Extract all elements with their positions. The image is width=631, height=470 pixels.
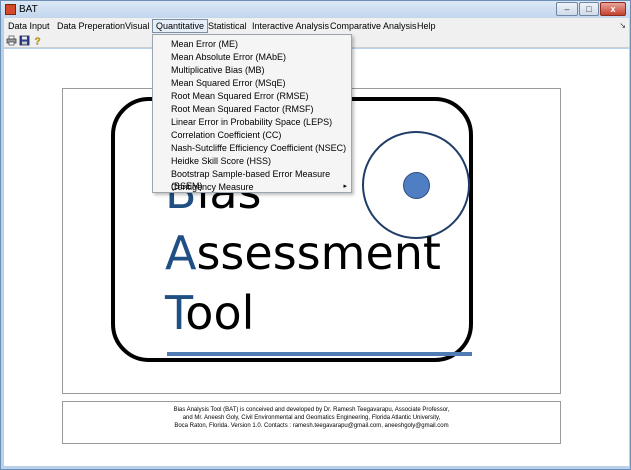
- menu-item-mabe[interactable]: Mean Absolute Error (MAbE): [153, 51, 351, 63]
- svg-text:?: ?: [35, 37, 41, 47]
- window-title: BAT: [19, 4, 38, 15]
- maximize-button[interactable]: □: [579, 2, 599, 16]
- matlab-app-icon: [5, 4, 16, 15]
- credits-line-1: Bias Analysis Tool (BAT) is conceived an…: [173, 407, 450, 413]
- app-window: BAT – □ x Data Input Data Preperation Vi…: [0, 0, 631, 470]
- menu-item-mb[interactable]: Multiplicative Bias (MB): [153, 64, 351, 76]
- logo-initial-a: A: [165, 226, 197, 280]
- title-bar[interactable]: BAT – □ x: [1, 1, 630, 18]
- menu-item-nsec[interactable]: Nash-Sutcliffe Efficiency Coefficient (N…: [153, 142, 351, 154]
- menu-interactive-analysis[interactable]: Interactive Analysis: [249, 19, 332, 33]
- menu-item-contigency-measure[interactable]: Contigency Measure ▸: [153, 181, 351, 193]
- save-icon[interactable]: [19, 35, 30, 46]
- quantitative-dropdown-menu: Mean Error (ME) Mean Absolute Error (MAb…: [152, 34, 352, 193]
- menu-item-cc[interactable]: Correlation Coefficient (CC): [153, 129, 351, 141]
- menu-item-contigency-label: Contigency Measure: [171, 182, 254, 192]
- menu-data-preperation[interactable]: Data Preperation: [54, 19, 128, 33]
- menu-item-hss[interactable]: Heidke Skill Score (HSS): [153, 155, 351, 167]
- minimize-button[interactable]: –: [556, 2, 578, 16]
- credits-line-3: Boca Raton, Florida. Version 1.0. Contac…: [174, 423, 449, 429]
- menu-data-input[interactable]: Data Input: [5, 19, 53, 33]
- menu-item-bsem[interactable]: Bootstrap Sample-based Error Measure (BS…: [153, 168, 351, 191]
- logo-word-tool: Tool: [165, 290, 254, 336]
- logo-rest-ssessment: ssessment: [196, 226, 441, 280]
- menu-statistical[interactable]: Statistical: [205, 19, 250, 33]
- logo-rest-ool: ool: [185, 286, 255, 340]
- credits-panel: Bias Analysis Tool (BAT) is conceived an…: [62, 401, 561, 444]
- menubar-dock-icon[interactable]: ↘: [619, 21, 626, 30]
- submenu-arrow-icon: ▸: [343, 183, 347, 190]
- help-icon[interactable]: ?: [32, 35, 43, 46]
- menu-comparative-analysis[interactable]: Comparative Analysis: [327, 19, 420, 33]
- print-icon[interactable]: [6, 35, 17, 46]
- logo-word-assessment: Assessment: [165, 230, 441, 276]
- menu-item-rmse[interactable]: Root Mean Squared Error (RMSE): [153, 90, 351, 102]
- menu-item-me[interactable]: Mean Error (ME): [153, 38, 351, 50]
- menu-item-rmsf[interactable]: Root Mean Squared Factor (RMSF): [153, 103, 351, 115]
- menu-quantitative[interactable]: Quantitative: [152, 19, 209, 33]
- menu-item-msqe[interactable]: Mean Squared Error (MSqE): [153, 77, 351, 89]
- close-button[interactable]: x: [600, 2, 626, 16]
- menu-bar: Data Input Data Preperation Visual Quant…: [4, 18, 629, 34]
- logo-initial-t: T: [165, 286, 186, 340]
- logo-target-dot: [403, 172, 430, 199]
- logo-underline: [167, 352, 472, 356]
- menu-visual[interactable]: Visual: [122, 19, 152, 33]
- menu-help[interactable]: Help: [414, 19, 439, 33]
- menu-item-leps[interactable]: Linear Error in Probability Space (LEPS): [153, 116, 351, 128]
- credits-line-2: and Mr. Aneesh Goly, Civil Environmental…: [182, 415, 441, 421]
